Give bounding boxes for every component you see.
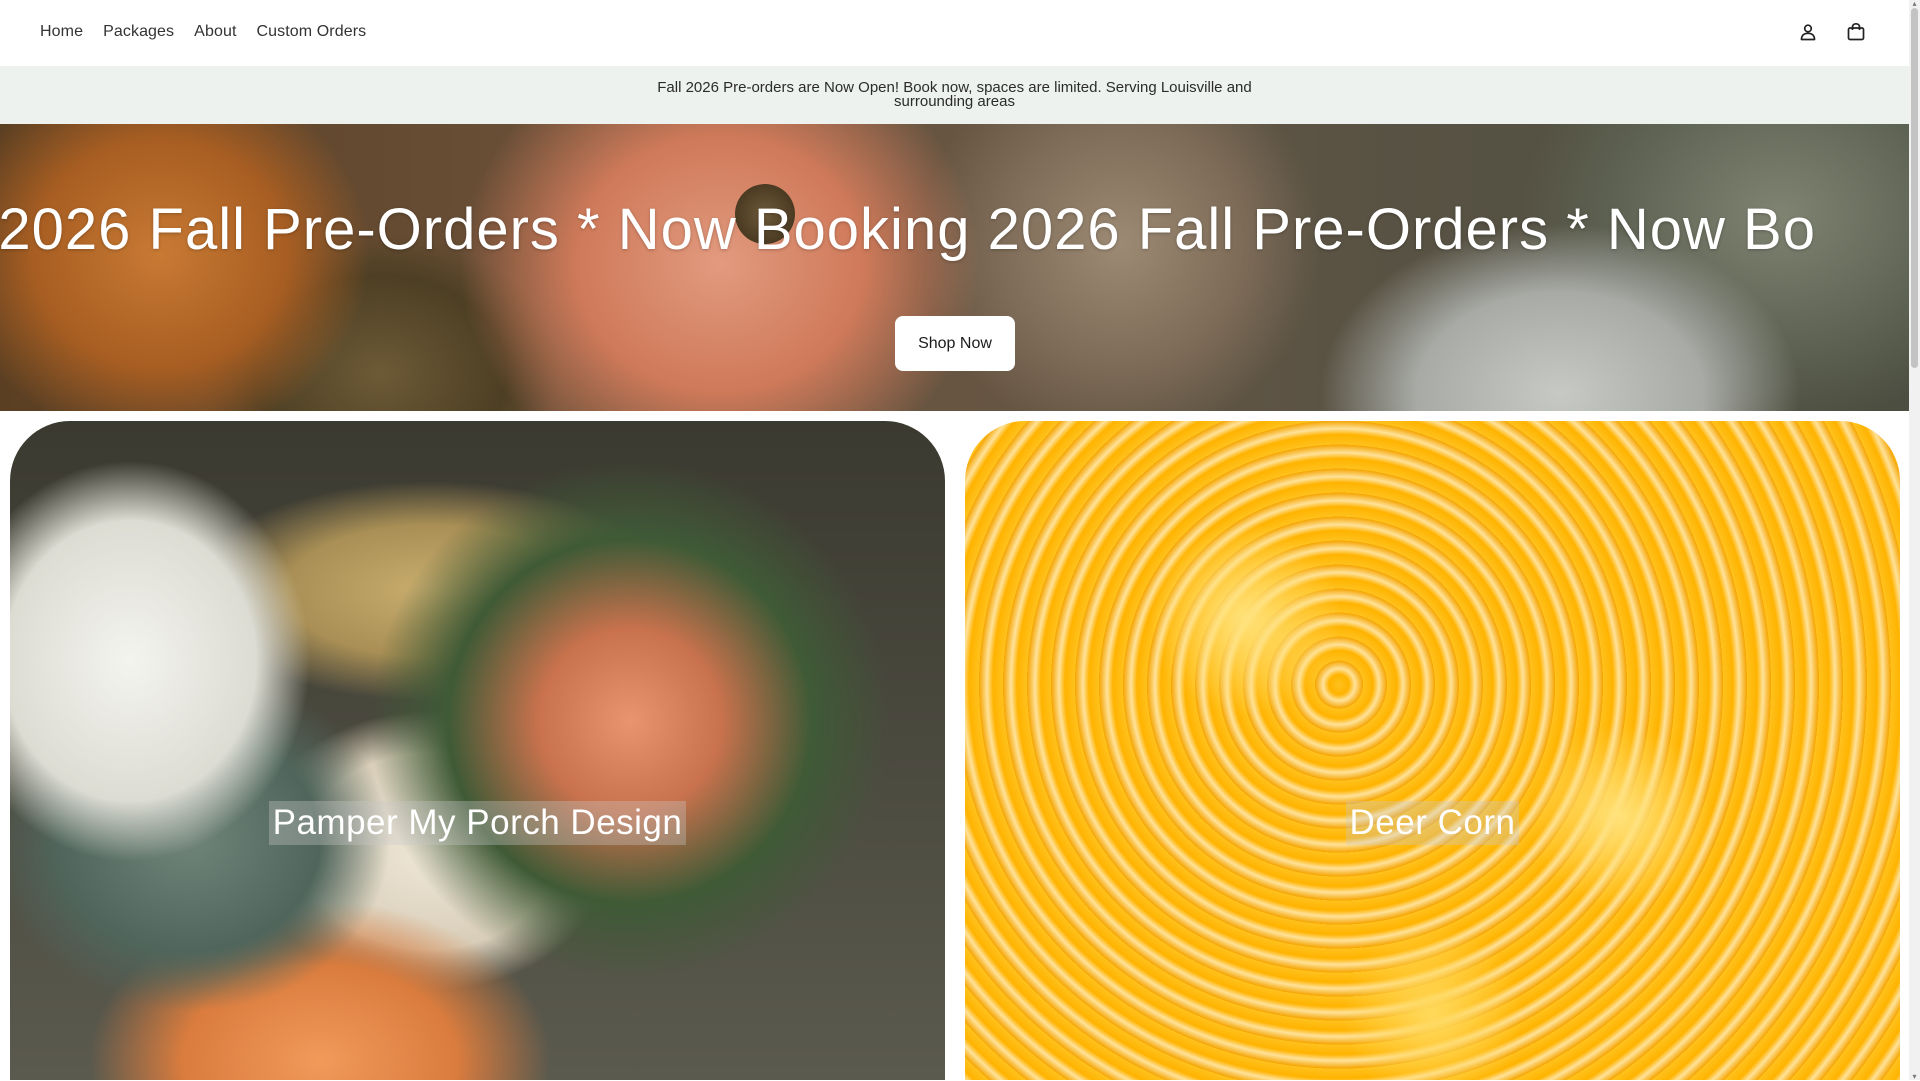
collection-card-deer-corn[interactable]: Deer Corn <box>965 421 1900 1080</box>
account-icon <box>1800 24 1816 41</box>
collection-title-text: Deer Corn <box>1345 801 1520 845</box>
shop-now-button[interactable]: Shop Now <box>895 316 1015 371</box>
hero-marquee-text: g 2026 Fall Pre-Orders * Now Booking 202… <box>0 197 1816 262</box>
nav-custom-orders-link[interactable]: Custom Orders <box>256 23 366 41</box>
page: Home Packages About Custom Orders Fall 2… <box>0 0 1909 1080</box>
site-header: Home Packages About Custom Orders <box>0 0 1909 67</box>
scroll-down-icon[interactable]: ▾ <box>1911 1073 1918 1081</box>
nav-home-link[interactable]: Home <box>40 23 83 41</box>
announcement-text: Fall 2026 Pre-orders are Now Open! Book … <box>657 79 1252 110</box>
scroll-thumb[interactable] <box>1911 8 1918 368</box>
account-button[interactable] <box>1795 19 1821 45</box>
collection-card-title: Deer Corn <box>965 801 1900 845</box>
collection-title-text: Pamper My Porch Design <box>268 801 687 845</box>
header-icons <box>1795 0 1869 64</box>
page-scrollbar[interactable]: ▴ ▾ <box>1909 0 1920 1081</box>
nav-packages-link[interactable]: Packages <box>103 23 174 41</box>
announcement-bar: Fall 2026 Pre-orders are Now Open! Book … <box>0 66 1909 124</box>
collection-card-porch[interactable]: Pamper My Porch Design <box>10 421 945 1080</box>
cart-button[interactable] <box>1843 19 1869 45</box>
main-nav: Home Packages About Custom Orders <box>40 0 366 64</box>
cart-icon <box>1847 22 1865 41</box>
nav-about-link[interactable]: About <box>194 23 236 41</box>
scroll-up-icon[interactable]: ▴ <box>1911 0 1918 8</box>
collection-card-title: Pamper My Porch Design <box>10 801 945 845</box>
